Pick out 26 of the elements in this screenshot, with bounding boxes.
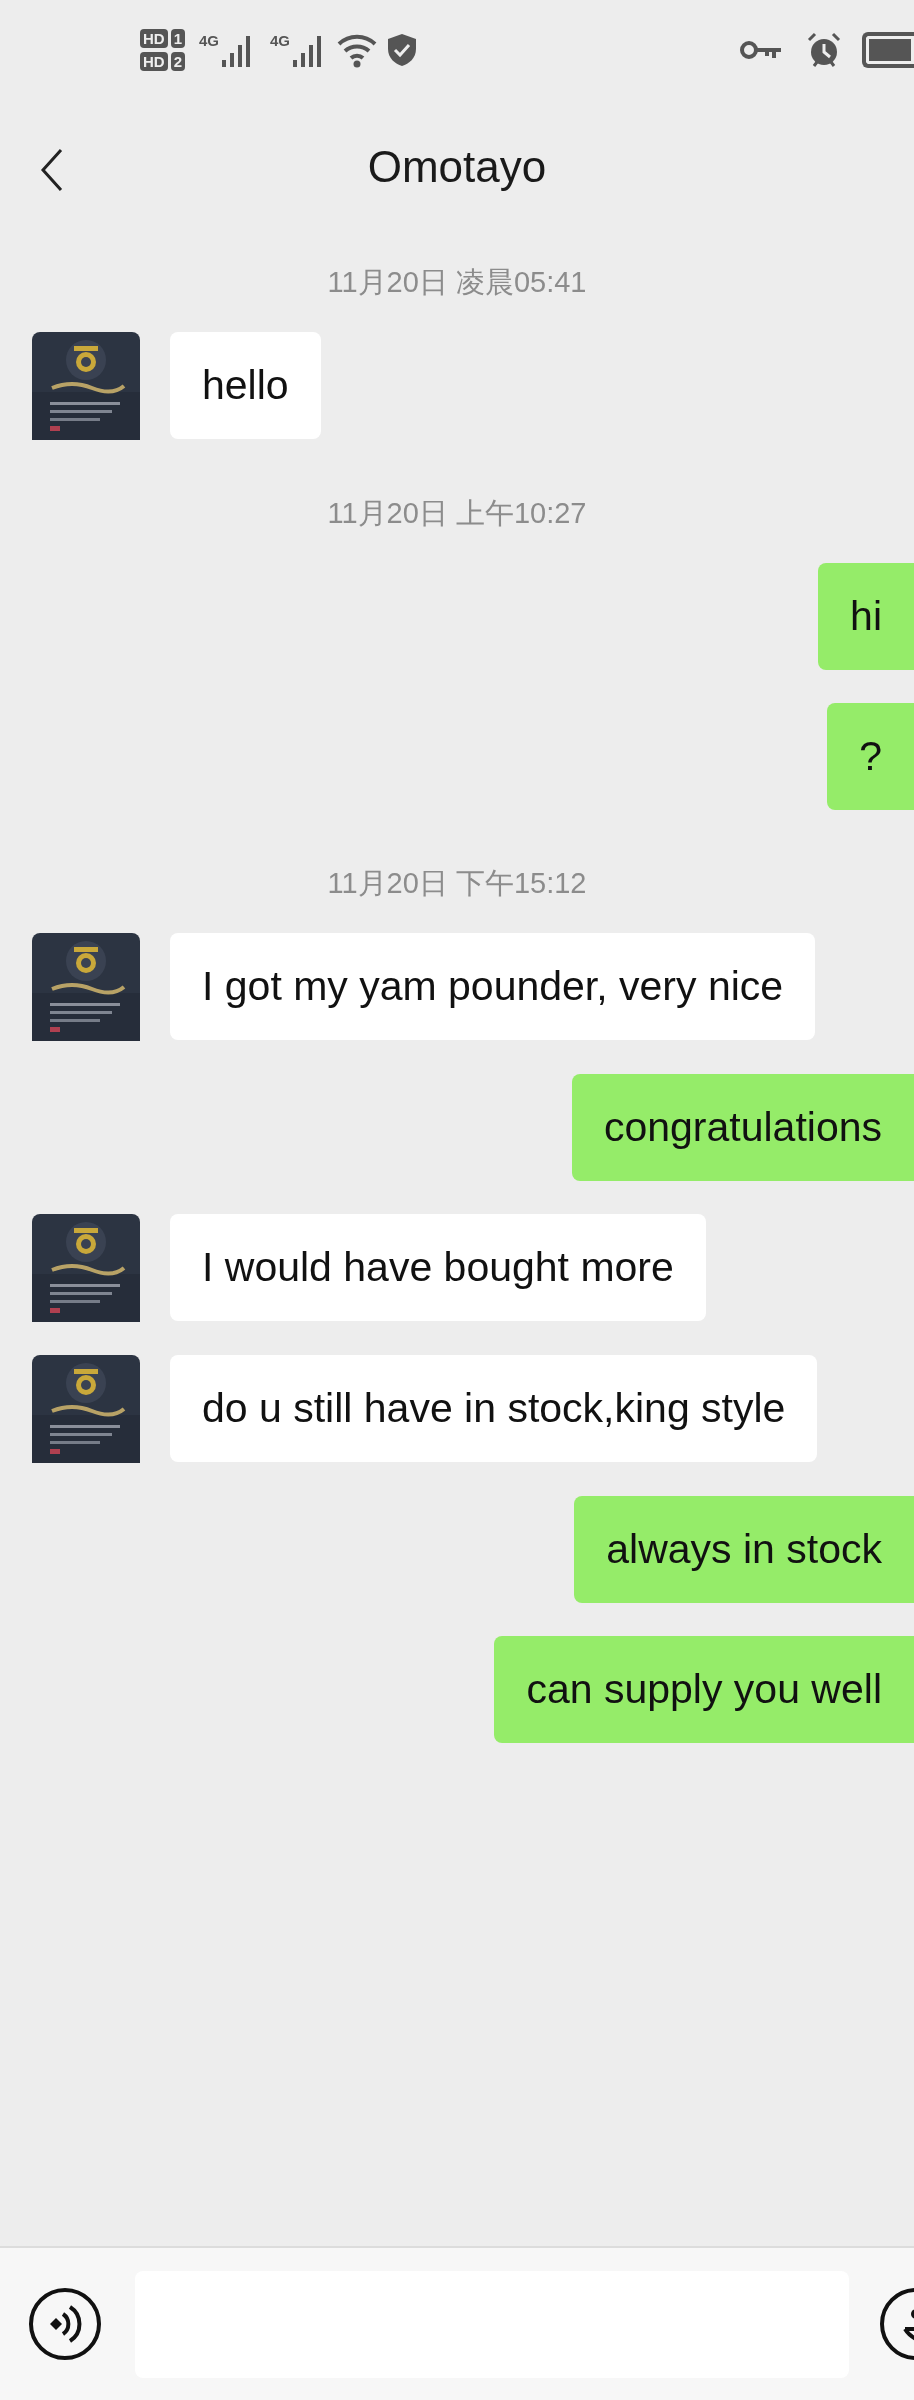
shield-icon [387,33,418,67]
message-bubble: do u still have in stock,king style [170,1355,818,1462]
key-icon [740,39,782,61]
sim-slot: 2 [170,52,185,71]
timestamp: 11月20日 下午15:12 [327,866,587,901]
message-bubble: ? [827,703,914,810]
network-label: 4G [199,32,220,49]
sim-slot: 1 [170,29,185,48]
message-bubble: I would have bought more [170,1214,706,1321]
message-bubble: can supply you well [494,1636,914,1743]
message-bubble: hello [170,332,321,439]
wifi-icon [337,32,378,68]
hd-badge: HD [140,29,168,48]
message-bubble: always in stock [574,1496,914,1603]
message-bubble: hi [818,563,914,670]
timestamp: 11月20日 凌晨05:41 [327,265,587,300]
hd-badge: HD [140,52,168,71]
network-label: 4G [270,32,291,49]
chat-title: Omotayo [367,142,547,192]
battery-icon [862,32,914,68]
message-bubble: congratulations [571,1074,914,1181]
alarm-icon [806,32,842,68]
timestamp: 11月20日 上午10:27 [327,496,587,531]
back-icon[interactable] [40,148,64,192]
message-bubble: I got my yam pounder, very nice [170,933,816,1040]
voice-icon[interactable] [28,2287,102,2361]
